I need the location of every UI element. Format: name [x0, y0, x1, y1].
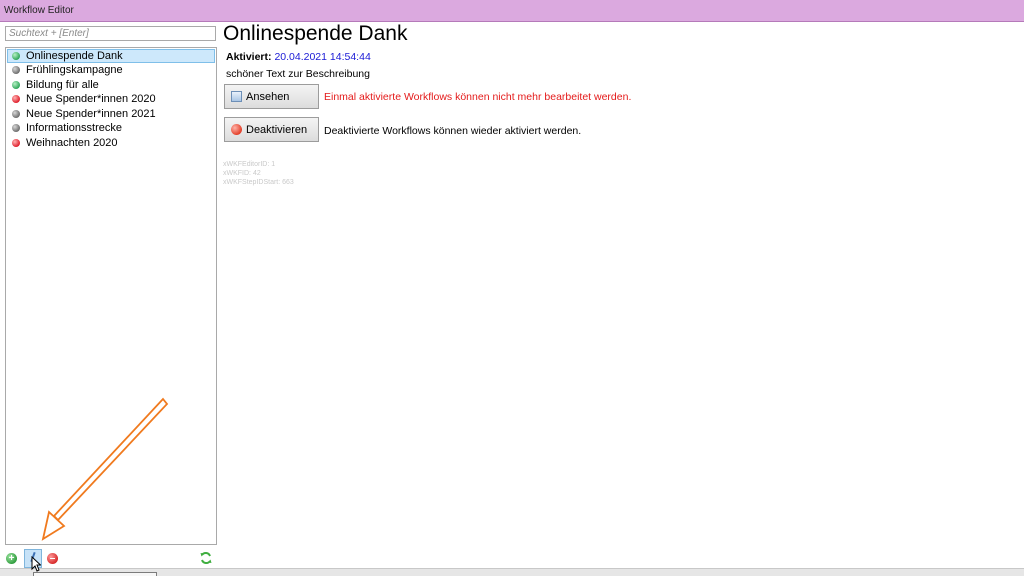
status-green-icon: [12, 80, 20, 89]
workflow-item[interactable]: Neue Spender*innen 2021: [6, 107, 216, 122]
status-green-icon: [12, 52, 20, 60]
view-button[interactable]: Ansehen: [224, 84, 319, 109]
meta-editor-id: xWKFEditorID: 1: [223, 161, 276, 168]
workflow-description: schöner Text zur Beschreibung: [226, 68, 370, 80]
activated-timestamp: 20.04.2021 14:54:44: [274, 51, 371, 63]
view-warning: Einmal aktivierte Workflows können nicht…: [324, 91, 632, 103]
deactivate-info: Deaktivierte Workflows können wieder akt…: [324, 125, 582, 137]
workflow-item[interactable]: Bildung für alle: [6, 78, 216, 93]
workflow-item[interactable]: Neue Spender*innen 2020: [6, 92, 216, 107]
workflow-item-label: Onlinespende Dank: [26, 50, 123, 62]
workflow-item[interactable]: Onlinespende Dank: [7, 49, 215, 63]
meta-start-step-id: xWKFStepIDStart: 663: [223, 179, 294, 186]
refresh-button[interactable]: [199, 551, 213, 565]
workflow-meta: xWKFEditorID: 1 xWKFID: 42 xWKFStepIDSta…: [223, 160, 294, 187]
workflow-item-label: Neue Spender*innen 2020: [26, 93, 156, 105]
mouse-cursor-icon: [31, 556, 41, 572]
deactivate-button-label: Deaktivieren: [246, 124, 308, 136]
workflow-item[interactable]: Weihnachten 2020: [6, 136, 216, 151]
workflow-list[interactable]: Onlinespende Dank Frühlingskampagne Bildun…: [5, 47, 217, 545]
status-gray-icon: [12, 124, 20, 132]
workflow-item-label: Frühlingskampagne: [26, 64, 123, 76]
workflow-item[interactable]: Frühlingskampagne: [6, 63, 216, 78]
status-gray-icon: [12, 109, 20, 118]
deactivate-button[interactable]: Deaktivieren: [224, 117, 319, 142]
view-icon: [231, 91, 242, 102]
activated-label: Aktiviert:: [226, 51, 272, 63]
workflow-title: Onlinespende Dank: [223, 22, 408, 45]
meta-workflow-id: xWKFID: 42: [223, 170, 261, 177]
workflow-item-label: Informationsstrecke: [26, 122, 122, 134]
plus-icon: +: [8, 553, 15, 564]
remove-workflow-button[interactable]: –: [47, 553, 58, 564]
window-title: Workflow Editor: [4, 5, 74, 16]
minus-icon: –: [49, 553, 56, 564]
workflow-item[interactable]: Informationsstrecke: [6, 121, 216, 136]
add-workflow-button[interactable]: +: [6, 553, 17, 564]
workflow-item-label: Neue Spender*innen 2021: [26, 107, 156, 120]
status-gray-icon: [12, 66, 20, 74]
search-input[interactable]: [5, 26, 216, 41]
view-button-label: Ansehen: [246, 91, 290, 103]
workflow-item-label: Bildung für alle: [26, 78, 99, 91]
status-red-icon: [12, 138, 20, 147]
stop-icon: [231, 124, 242, 135]
tooltip: [33, 572, 157, 576]
refresh-icon: [200, 552, 212, 564]
title-bar: Workflow Editor: [0, 0, 1024, 22]
activation-info: Aktiviert: 20.04.2021 14:54:44: [226, 51, 371, 63]
status-red-icon: [12, 95, 20, 103]
workflow-item-label: Weihnachten 2020: [26, 136, 118, 149]
